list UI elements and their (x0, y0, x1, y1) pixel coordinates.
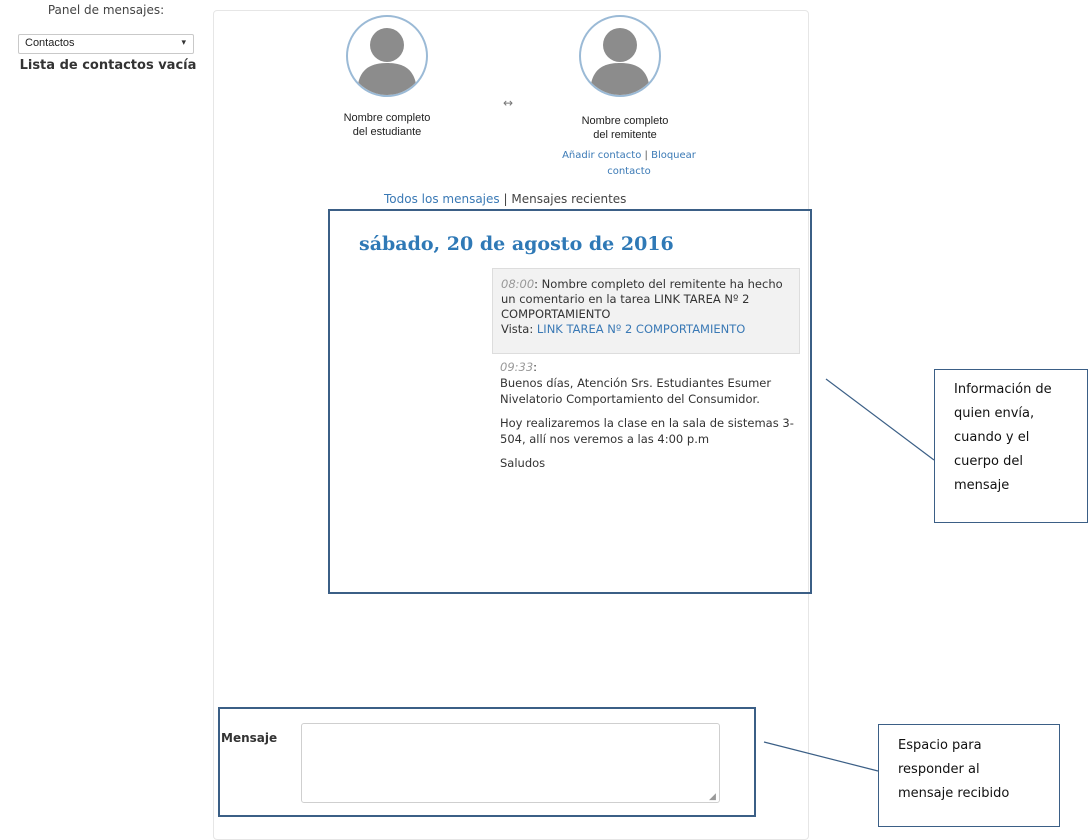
callout-line: responder al (898, 762, 980, 777)
compose-label: Mensaje (221, 731, 278, 745)
notification-text: : Nombre completo del remitente ha hecho… (501, 277, 783, 321)
message-time-colon: : (533, 360, 538, 374)
notification-time: 08:00 (501, 277, 535, 291)
callout-line: cuerpo del (954, 454, 1023, 469)
bidirectional-arrow-icon: ↔ (503, 96, 514, 110)
message-paragraph: Saludos (500, 456, 546, 470)
contacts-dropdown[interactable]: Contactos ▾ (18, 34, 194, 54)
received-message: 09:33: Buenos días, Atención Srs. Estudi… (500, 359, 798, 479)
callout-line: Espacio para (898, 738, 982, 753)
callout-line: cuando y el (954, 430, 1030, 445)
connector-line-info (825, 378, 935, 461)
sender-name-line1: Nombre completo (581, 115, 669, 127)
message-paragraph: Buenos días, Atención Srs. Estudiantes E… (500, 376, 772, 406)
contacts-dropdown-value: Contactos (25, 37, 75, 49)
view-label: Vista: (501, 322, 534, 336)
block-contact-link[interactable]: Bloquear (651, 150, 696, 161)
callout-line: mensaje (954, 478, 1010, 493)
callout-line: quien envía, (954, 406, 1035, 421)
message-textarea[interactable] (301, 723, 720, 803)
student-name: Nombre completo del estudiante (332, 111, 442, 139)
resize-grip-icon[interactable]: ◢ (709, 792, 716, 802)
day-heading: sábado, 20 de agosto de 2016 (359, 233, 674, 255)
student-name-line2: del estudiante (352, 126, 422, 138)
callout-line: Información de (954, 382, 1052, 397)
message-paragraph: Hoy realizaremos la clase en la sala de … (500, 416, 794, 446)
all-messages-link[interactable]: Todos los mensajes (384, 192, 500, 206)
student-name-line1: Nombre completo (343, 112, 431, 124)
notification-message: 08:00: Nombre completo del remitente ha … (492, 268, 800, 354)
chevron-down-icon: ▾ (181, 37, 186, 47)
sender-name-line2: del remitente (593, 129, 657, 141)
callout-sender-info: Información de quien envía, cuando y el … (934, 369, 1088, 523)
sender-name: Nombre completo del remitente (565, 114, 685, 142)
empty-contacts-text: Lista de contactos vacía (19, 58, 197, 73)
callout-line: mensaje recibido (898, 786, 1010, 801)
add-contact-link[interactable]: Añadir contacto (562, 150, 641, 161)
sender-avatar-icon (579, 15, 661, 97)
block-contact-link-line2[interactable]: contacto (543, 164, 715, 180)
student-avatar-icon (346, 15, 428, 97)
recent-messages-label: Mensajes recientes (511, 192, 627, 206)
message-time: 09:33 (500, 360, 534, 374)
view-task-link[interactable]: LINK TAREA Nº 2 COMPORTAMIENTO (537, 322, 745, 336)
separator: | (503, 192, 508, 206)
separator: | (644, 150, 648, 161)
panel-title: Panel de mensajes: (47, 3, 165, 17)
contact-actions: Añadir contacto | Bloquear contacto (543, 148, 715, 180)
message-filter-links: Todos los mensajes | Mensajes recientes (384, 192, 626, 206)
callout-reply-space: Espacio para responder al mensaje recibi… (878, 724, 1060, 827)
